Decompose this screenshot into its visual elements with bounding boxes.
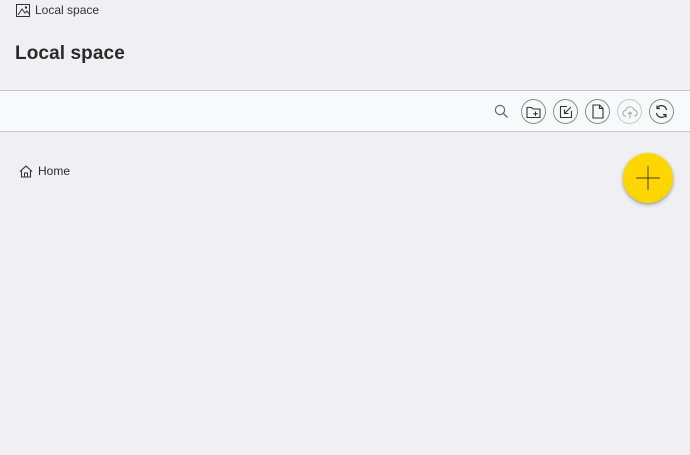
home-icon — [19, 164, 33, 178]
import-icon — [559, 105, 572, 118]
toolbar — [0, 90, 690, 132]
new-folder-button[interactable] — [521, 99, 546, 124]
breadcrumb-label: Local space — [35, 3, 100, 17]
local-space-icon — [16, 3, 30, 17]
new-file-button[interactable] — [585, 99, 610, 124]
sync-icon — [655, 105, 668, 118]
search-icon — [494, 104, 508, 118]
upload-button[interactable] — [617, 99, 642, 124]
sync-button[interactable] — [649, 99, 674, 124]
plus-icon — [636, 166, 660, 190]
file-icon — [591, 104, 604, 119]
home-label: Home — [38, 164, 71, 178]
home-breadcrumb[interactable]: Home — [19, 163, 70, 179]
add-button[interactable] — [623, 153, 673, 203]
page-title: Local space — [15, 43, 125, 64]
folder-plus-icon — [526, 106, 541, 118]
import-button[interactable] — [553, 99, 578, 124]
cloud-upload-icon — [621, 105, 638, 118]
breadcrumb[interactable]: Local space — [16, 3, 99, 17]
search-button[interactable] — [491, 101, 511, 121]
